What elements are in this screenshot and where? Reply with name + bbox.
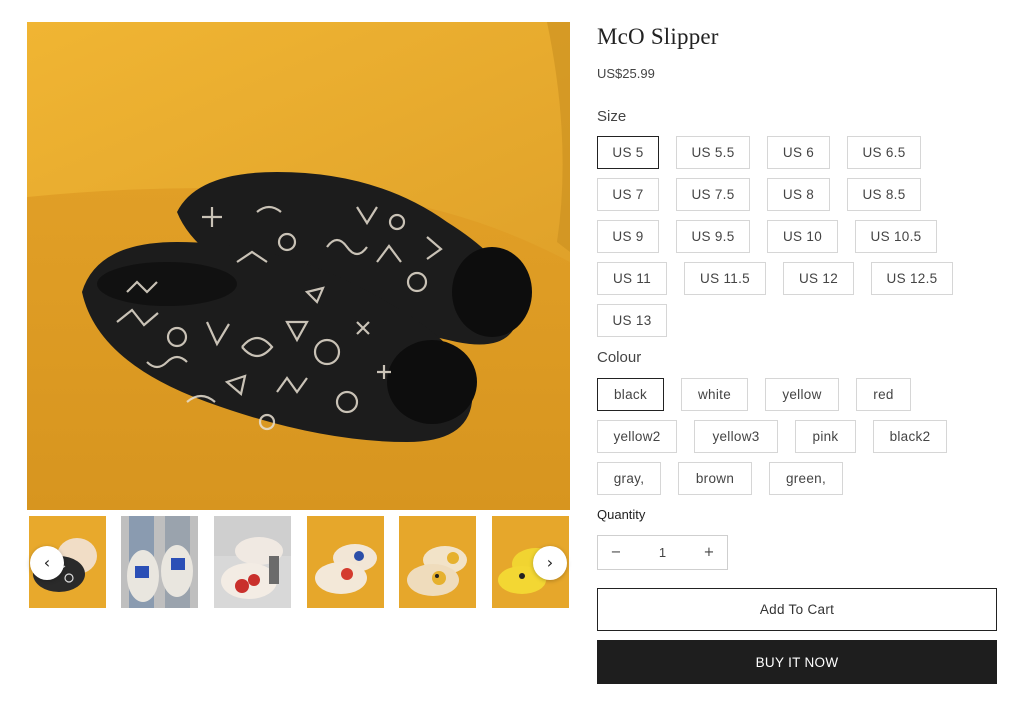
size-option-us-12-5[interactable]: US 12.5	[871, 262, 953, 295]
gallery-prev-button[interactable]: ‹	[30, 546, 64, 580]
minus-icon[interactable]: −	[608, 545, 624, 560]
quantity-label: Quantity	[597, 507, 646, 522]
size-option-us-8-5[interactable]: US 8.5	[847, 178, 921, 211]
gallery-next-button[interactable]: ›	[533, 546, 567, 580]
add-to-cart-button[interactable]: Add To Cart	[597, 588, 997, 631]
thumbnail-2[interactable]	[121, 516, 198, 608]
size-label: Size	[597, 108, 627, 125]
colour-option-black[interactable]: black	[597, 378, 664, 411]
size-option-us-10-5[interactable]: US 10.5	[855, 220, 937, 253]
size-option-us-9[interactable]: US 9	[597, 220, 659, 253]
size-option-us-11-5[interactable]: US 11.5	[684, 262, 766, 295]
product-title: McO Slipper	[597, 24, 719, 49]
colour-option-brown[interactable]: brown	[678, 462, 752, 495]
quantity-value[interactable]: 1	[659, 545, 666, 560]
size-option-us-12[interactable]: US 12	[783, 262, 854, 295]
size-option-us-10[interactable]: US 10	[767, 220, 838, 253]
colour-option-pink[interactable]: pink	[795, 420, 856, 453]
size-option-us-7-5[interactable]: US 7.5	[676, 178, 750, 211]
colour-option-red[interactable]: red	[856, 378, 911, 411]
colour-option-yellow3[interactable]: yellow3	[694, 420, 778, 453]
chevron-left-icon: ‹	[43, 553, 51, 572]
colour-option-black2[interactable]: black2	[873, 420, 947, 453]
plus-icon[interactable]: +	[701, 545, 717, 560]
size-option-us-6[interactable]: US 6	[767, 136, 830, 169]
colour-option-yellow[interactable]: yellow	[765, 378, 839, 411]
buy-it-now-button[interactable]: BUY IT NOW	[597, 640, 997, 684]
size-option-us-8[interactable]: US 8	[767, 178, 830, 211]
size-option-us-13[interactable]: US 13	[597, 304, 667, 337]
colour-option-yellow2[interactable]: yellow2	[597, 420, 677, 453]
thumbnail-5[interactable]	[399, 516, 476, 608]
size-option-us-7[interactable]: US 7	[597, 178, 659, 211]
size-option-us-5[interactable]: US 5	[597, 136, 659, 169]
quantity-stepper: − 1 +	[597, 535, 728, 570]
thumbnail-image	[399, 516, 476, 608]
colour-option-green[interactable]: green,	[769, 462, 843, 495]
size-option-us-5-5[interactable]: US 5.5	[676, 136, 750, 169]
size-option-us-11[interactable]: US 11	[597, 262, 667, 295]
colour-label: Colour	[597, 349, 642, 366]
thumbnail-4[interactable]	[307, 516, 384, 608]
main-product-image[interactable]	[27, 22, 570, 510]
size-option-us-6-5[interactable]: US 6.5	[847, 136, 921, 169]
colour-option-gray[interactable]: gray,	[597, 462, 661, 495]
size-option-us-9-5[interactable]: US 9.5	[676, 220, 750, 253]
colour-option-white[interactable]: white	[681, 378, 748, 411]
thumbnail-image	[214, 516, 291, 608]
product-price: US$25.99	[597, 66, 655, 81]
chevron-right-icon: ›	[546, 553, 554, 572]
thumbnail-3[interactable]	[214, 516, 291, 608]
thumbnail-image	[121, 516, 198, 608]
slipper-photo	[27, 22, 570, 510]
thumbnail-image	[307, 516, 384, 608]
